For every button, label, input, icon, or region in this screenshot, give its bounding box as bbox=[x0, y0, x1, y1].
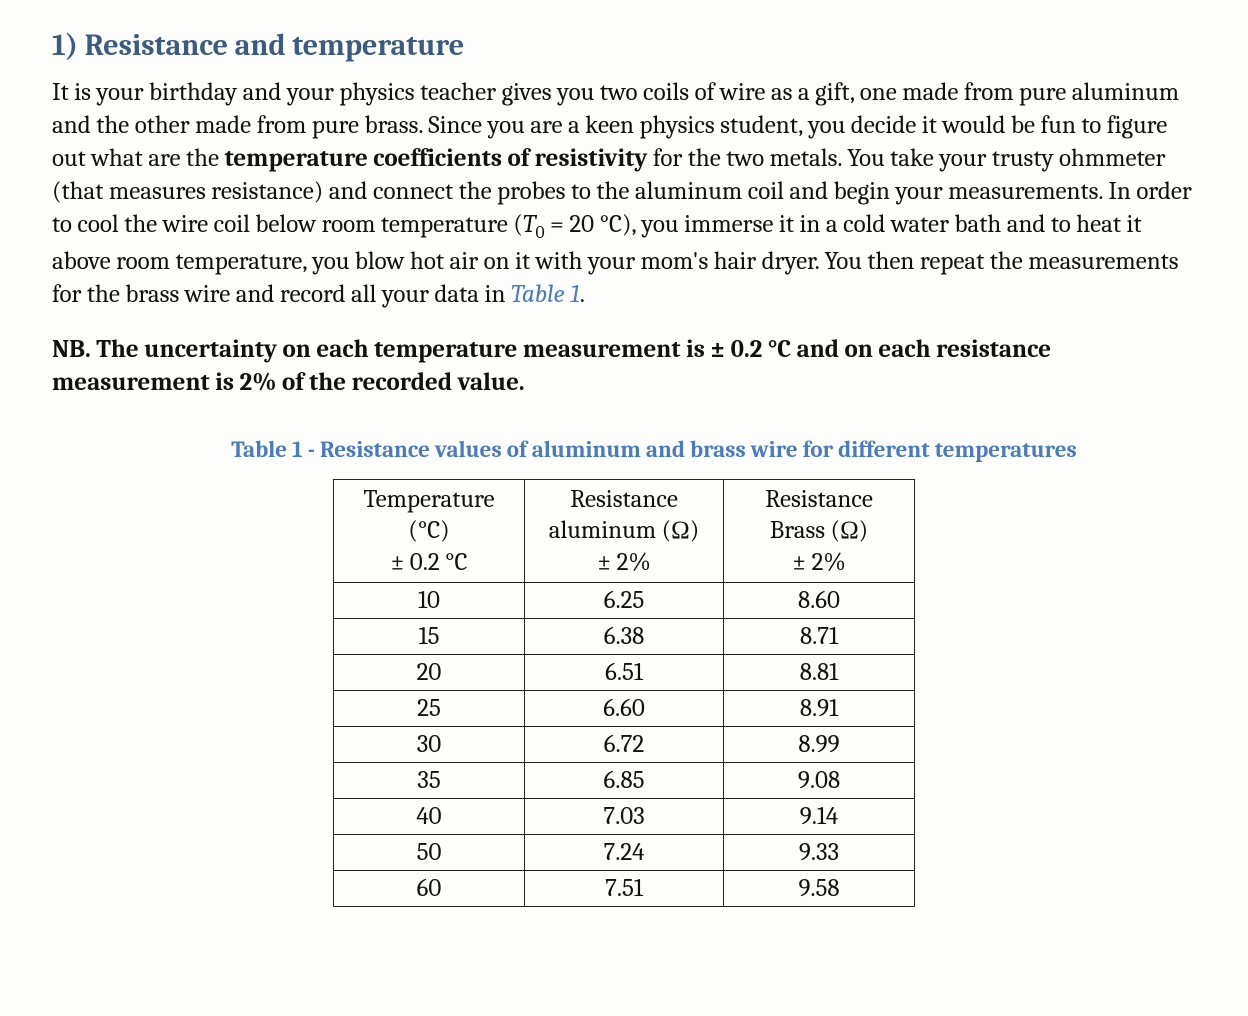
table-cell: 8.99 bbox=[724, 726, 915, 762]
col-header-line: (°C) bbox=[340, 515, 518, 546]
table-cell: 30 bbox=[334, 726, 525, 762]
table-cell: 9.33 bbox=[724, 834, 915, 870]
table-cell: 6.38 bbox=[525, 618, 724, 654]
table-ref-link: Table 1 bbox=[511, 280, 580, 309]
table-row: 407.039.14 bbox=[334, 798, 915, 834]
table-cell: 20 bbox=[334, 654, 525, 690]
var-T: T bbox=[523, 210, 536, 239]
col-header-line: Resistance bbox=[730, 484, 908, 515]
col-header-brass: Resistance Brass (Ω) ± 2% bbox=[724, 480, 915, 583]
table-cell: 6.25 bbox=[525, 582, 724, 618]
table-cell: 6.51 bbox=[525, 654, 724, 690]
col-header-aluminum: Resistance aluminum (Ω) ± 2% bbox=[525, 480, 724, 583]
section-heading: 1) Resistance and temperature bbox=[52, 26, 1196, 66]
table-row: 106.258.60 bbox=[334, 582, 915, 618]
col-header-line: Brass (Ω) bbox=[730, 515, 908, 546]
table-cell: 6.60 bbox=[525, 690, 724, 726]
table-cell: 25 bbox=[334, 690, 525, 726]
table-cell: 50 bbox=[334, 834, 525, 870]
data-table: Temperature (°C) ± 0.2 °C Resistance alu… bbox=[333, 479, 915, 907]
col-header-line: ± 0.2 °C bbox=[340, 547, 518, 578]
table-cell: 60 bbox=[334, 870, 525, 906]
table-cell: 35 bbox=[334, 762, 525, 798]
table-cell: 9.58 bbox=[724, 870, 915, 906]
col-header-temperature: Temperature (°C) ± 0.2 °C bbox=[334, 480, 525, 583]
table-row: 206.518.81 bbox=[334, 654, 915, 690]
table-cell: 15 bbox=[334, 618, 525, 654]
para-text: . bbox=[580, 280, 585, 309]
col-header-line: Resistance bbox=[531, 484, 717, 515]
document-page: 1) Resistance and temperature It is your… bbox=[0, 0, 1248, 1016]
table-row: 507.249.33 bbox=[334, 834, 915, 870]
table-cell: 9.08 bbox=[724, 762, 915, 798]
table-row: 607.519.58 bbox=[334, 870, 915, 906]
table-row: 156.388.71 bbox=[334, 618, 915, 654]
table-container: Temperature (°C) ± 0.2 °C Resistance alu… bbox=[52, 479, 1196, 907]
col-header-line: ± 2% bbox=[531, 547, 717, 578]
col-header-line: ± 2% bbox=[730, 547, 908, 578]
table-cell: 8.81 bbox=[724, 654, 915, 690]
nb-note: NB. The uncertainty on each temperature … bbox=[52, 333, 1196, 399]
table-cell: 6.72 bbox=[525, 726, 724, 762]
table-cell: 6.85 bbox=[525, 762, 724, 798]
table-header-row: Temperature (°C) ± 0.2 °C Resistance alu… bbox=[334, 480, 915, 583]
table-cell: 7.24 bbox=[525, 834, 724, 870]
col-header-line: aluminum (Ω) bbox=[531, 515, 717, 546]
table-caption: Table 1 - Resistance values of aluminum … bbox=[52, 435, 1196, 465]
table-row: 256.608.91 bbox=[334, 690, 915, 726]
table-cell: 7.03 bbox=[525, 798, 724, 834]
table-cell: 10 bbox=[334, 582, 525, 618]
table-cell: 8.91 bbox=[724, 690, 915, 726]
table-cell: 7.51 bbox=[525, 870, 724, 906]
table-row: 306.728.99 bbox=[334, 726, 915, 762]
table-body: 106.258.60156.388.71206.518.81256.608.91… bbox=[334, 582, 915, 906]
table-cell: 8.60 bbox=[724, 582, 915, 618]
bold-term: temperature coefficients of resistivity bbox=[225, 144, 648, 173]
table-row: 356.859.08 bbox=[334, 762, 915, 798]
table-cell: 40 bbox=[334, 798, 525, 834]
table-cell: 9.14 bbox=[724, 798, 915, 834]
table-cell: 8.71 bbox=[724, 618, 915, 654]
intro-paragraph: It is your birthday and your physics tea… bbox=[52, 76, 1196, 311]
var-T-sub: 0 bbox=[535, 223, 544, 243]
col-header-line: Temperature bbox=[340, 484, 518, 515]
